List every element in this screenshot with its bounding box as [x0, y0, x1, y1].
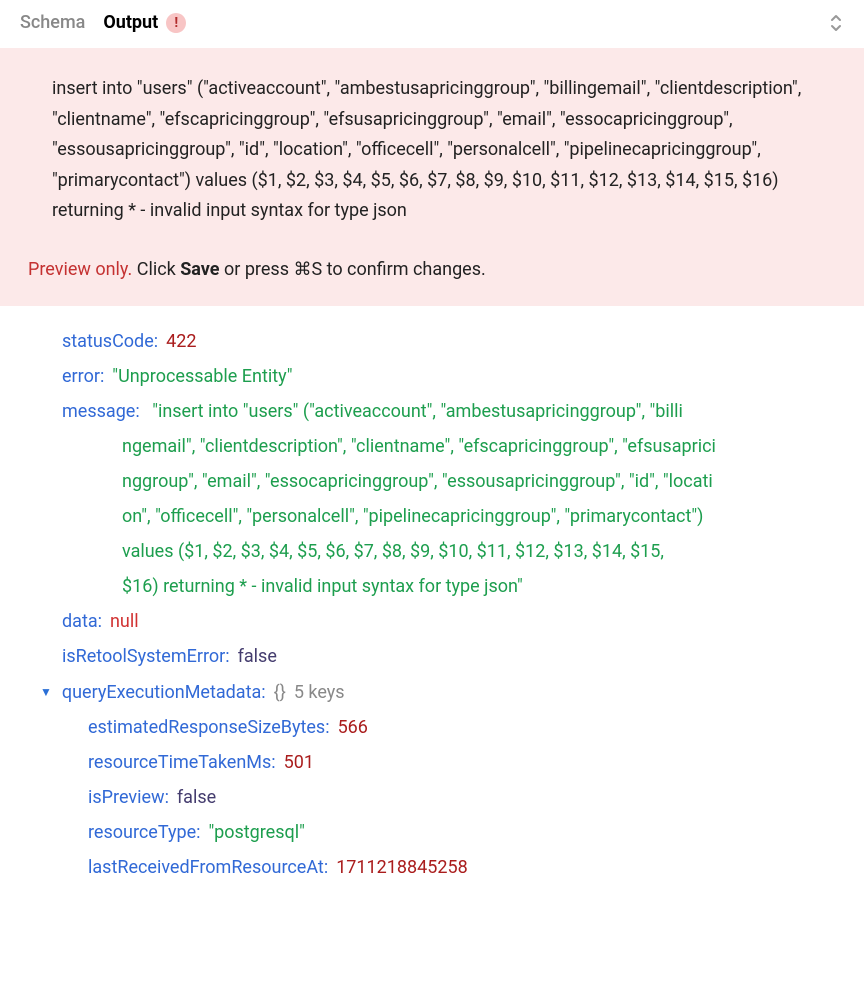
tab-output-label: Output	[103, 12, 158, 33]
preview-only-label: Preview only.	[28, 259, 132, 280]
json-row-message: message: "insert into "users" ("activeac…	[28, 394, 836, 605]
json-key: estimatedResponseSizeBytes	[88, 710, 325, 745]
preview-or-label: or press ⌘S to confirm changes.	[220, 259, 486, 280]
json-key: statusCode	[62, 324, 154, 359]
json-row-lastreceivedfromresourceat: lastReceivedFromResourceAt: 171121884525…	[28, 850, 836, 885]
tab-output[interactable]: Output !	[103, 12, 186, 33]
json-colon: :	[225, 639, 229, 674]
json-row-ispreview: isPreview: false	[28, 780, 836, 815]
exclamation-icon: !	[166, 13, 186, 33]
json-key: isPreview	[88, 780, 165, 815]
json-value: 422	[166, 324, 196, 359]
json-row-estimatedresponsesizebytes: estimatedResponseSizeBytes: 566	[28, 710, 836, 745]
json-row-data: data: null	[28, 604, 836, 639]
json-output: statusCode: 422 error: "Unprocessable En…	[0, 306, 864, 896]
preview-save-label: Save	[180, 259, 219, 280]
json-colon: :	[196, 815, 200, 850]
json-value: 1711218845258	[336, 850, 468, 885]
json-value: null	[110, 604, 139, 639]
json-value: 501	[284, 745, 314, 780]
json-key: message	[62, 401, 135, 422]
json-colon: :	[324, 850, 328, 885]
json-row-queryexecutionmetadata: ▼ queryExecutionMetadata: {} 5 keys	[28, 675, 836, 710]
json-colon: :	[165, 780, 169, 815]
json-colon: :	[135, 401, 139, 422]
json-key: data	[62, 604, 98, 639]
json-value-cont: ngemail", "clientdescription", "clientna…	[62, 429, 836, 464]
json-key: lastReceivedFromResourceAt	[88, 850, 324, 885]
json-colon: :	[261, 675, 265, 710]
json-meta: 5 keys	[294, 675, 345, 710]
json-colon: :	[98, 604, 102, 639]
json-row-resourcetype: resourceType: "postgresql"	[28, 815, 836, 850]
error-banner: insert into "users" ("activeaccount", "a…	[0, 48, 864, 306]
preview-click-label: Click	[137, 259, 180, 280]
json-row-resourcetimetakenms: resourceTimeTakenMs: 501	[28, 745, 836, 780]
json-value-cont: $16) returning * - invalid input syntax …	[62, 569, 836, 604]
braces-icon: {}	[274, 675, 286, 710]
json-value-cont: nggroup", "email", "essocapricinggroup",…	[62, 464, 836, 499]
json-key: error	[62, 359, 100, 394]
json-key: resourceType	[88, 815, 196, 850]
json-key: resourceTimeTakenMs	[88, 745, 271, 780]
json-key: queryExecutionMetadata	[62, 675, 261, 710]
json-row-statuscode: statusCode: 422	[28, 324, 836, 359]
json-key: isRetoolSystemError	[62, 639, 225, 674]
error-message-text: insert into "users" ("activeaccount", "a…	[28, 74, 836, 227]
json-colon: :	[100, 359, 104, 394]
json-value: 566	[338, 710, 368, 745]
json-value: "Unprocessable Entity"	[112, 359, 292, 394]
json-colon: :	[271, 745, 275, 780]
json-value: false	[238, 639, 277, 674]
json-value-cont: on", "officecell", "personalcell", "pipe…	[62, 499, 836, 534]
chevron-down-icon[interactable]: ▼	[40, 681, 52, 704]
json-value: false	[177, 780, 216, 815]
tab-schema[interactable]: Schema	[20, 12, 85, 33]
json-value-cont: values ($1, $2, $3, $4, $5, $6, $7, $8, …	[62, 534, 836, 569]
json-row-error: error: "Unprocessable Entity"	[28, 359, 836, 394]
json-value: "insert into "users" ("activeaccount", "…	[152, 401, 683, 422]
json-row-isretoolsystemerror: isRetoolSystemError: false	[28, 639, 836, 674]
tabs-header: Schema Output !	[0, 0, 864, 48]
preview-line: Preview only. Click Save or press ⌘S to …	[28, 255, 836, 286]
collapse-icon[interactable]	[828, 13, 844, 33]
json-colon: :	[325, 710, 329, 745]
json-colon: :	[154, 324, 158, 359]
json-value: "postgresql"	[209, 815, 305, 850]
